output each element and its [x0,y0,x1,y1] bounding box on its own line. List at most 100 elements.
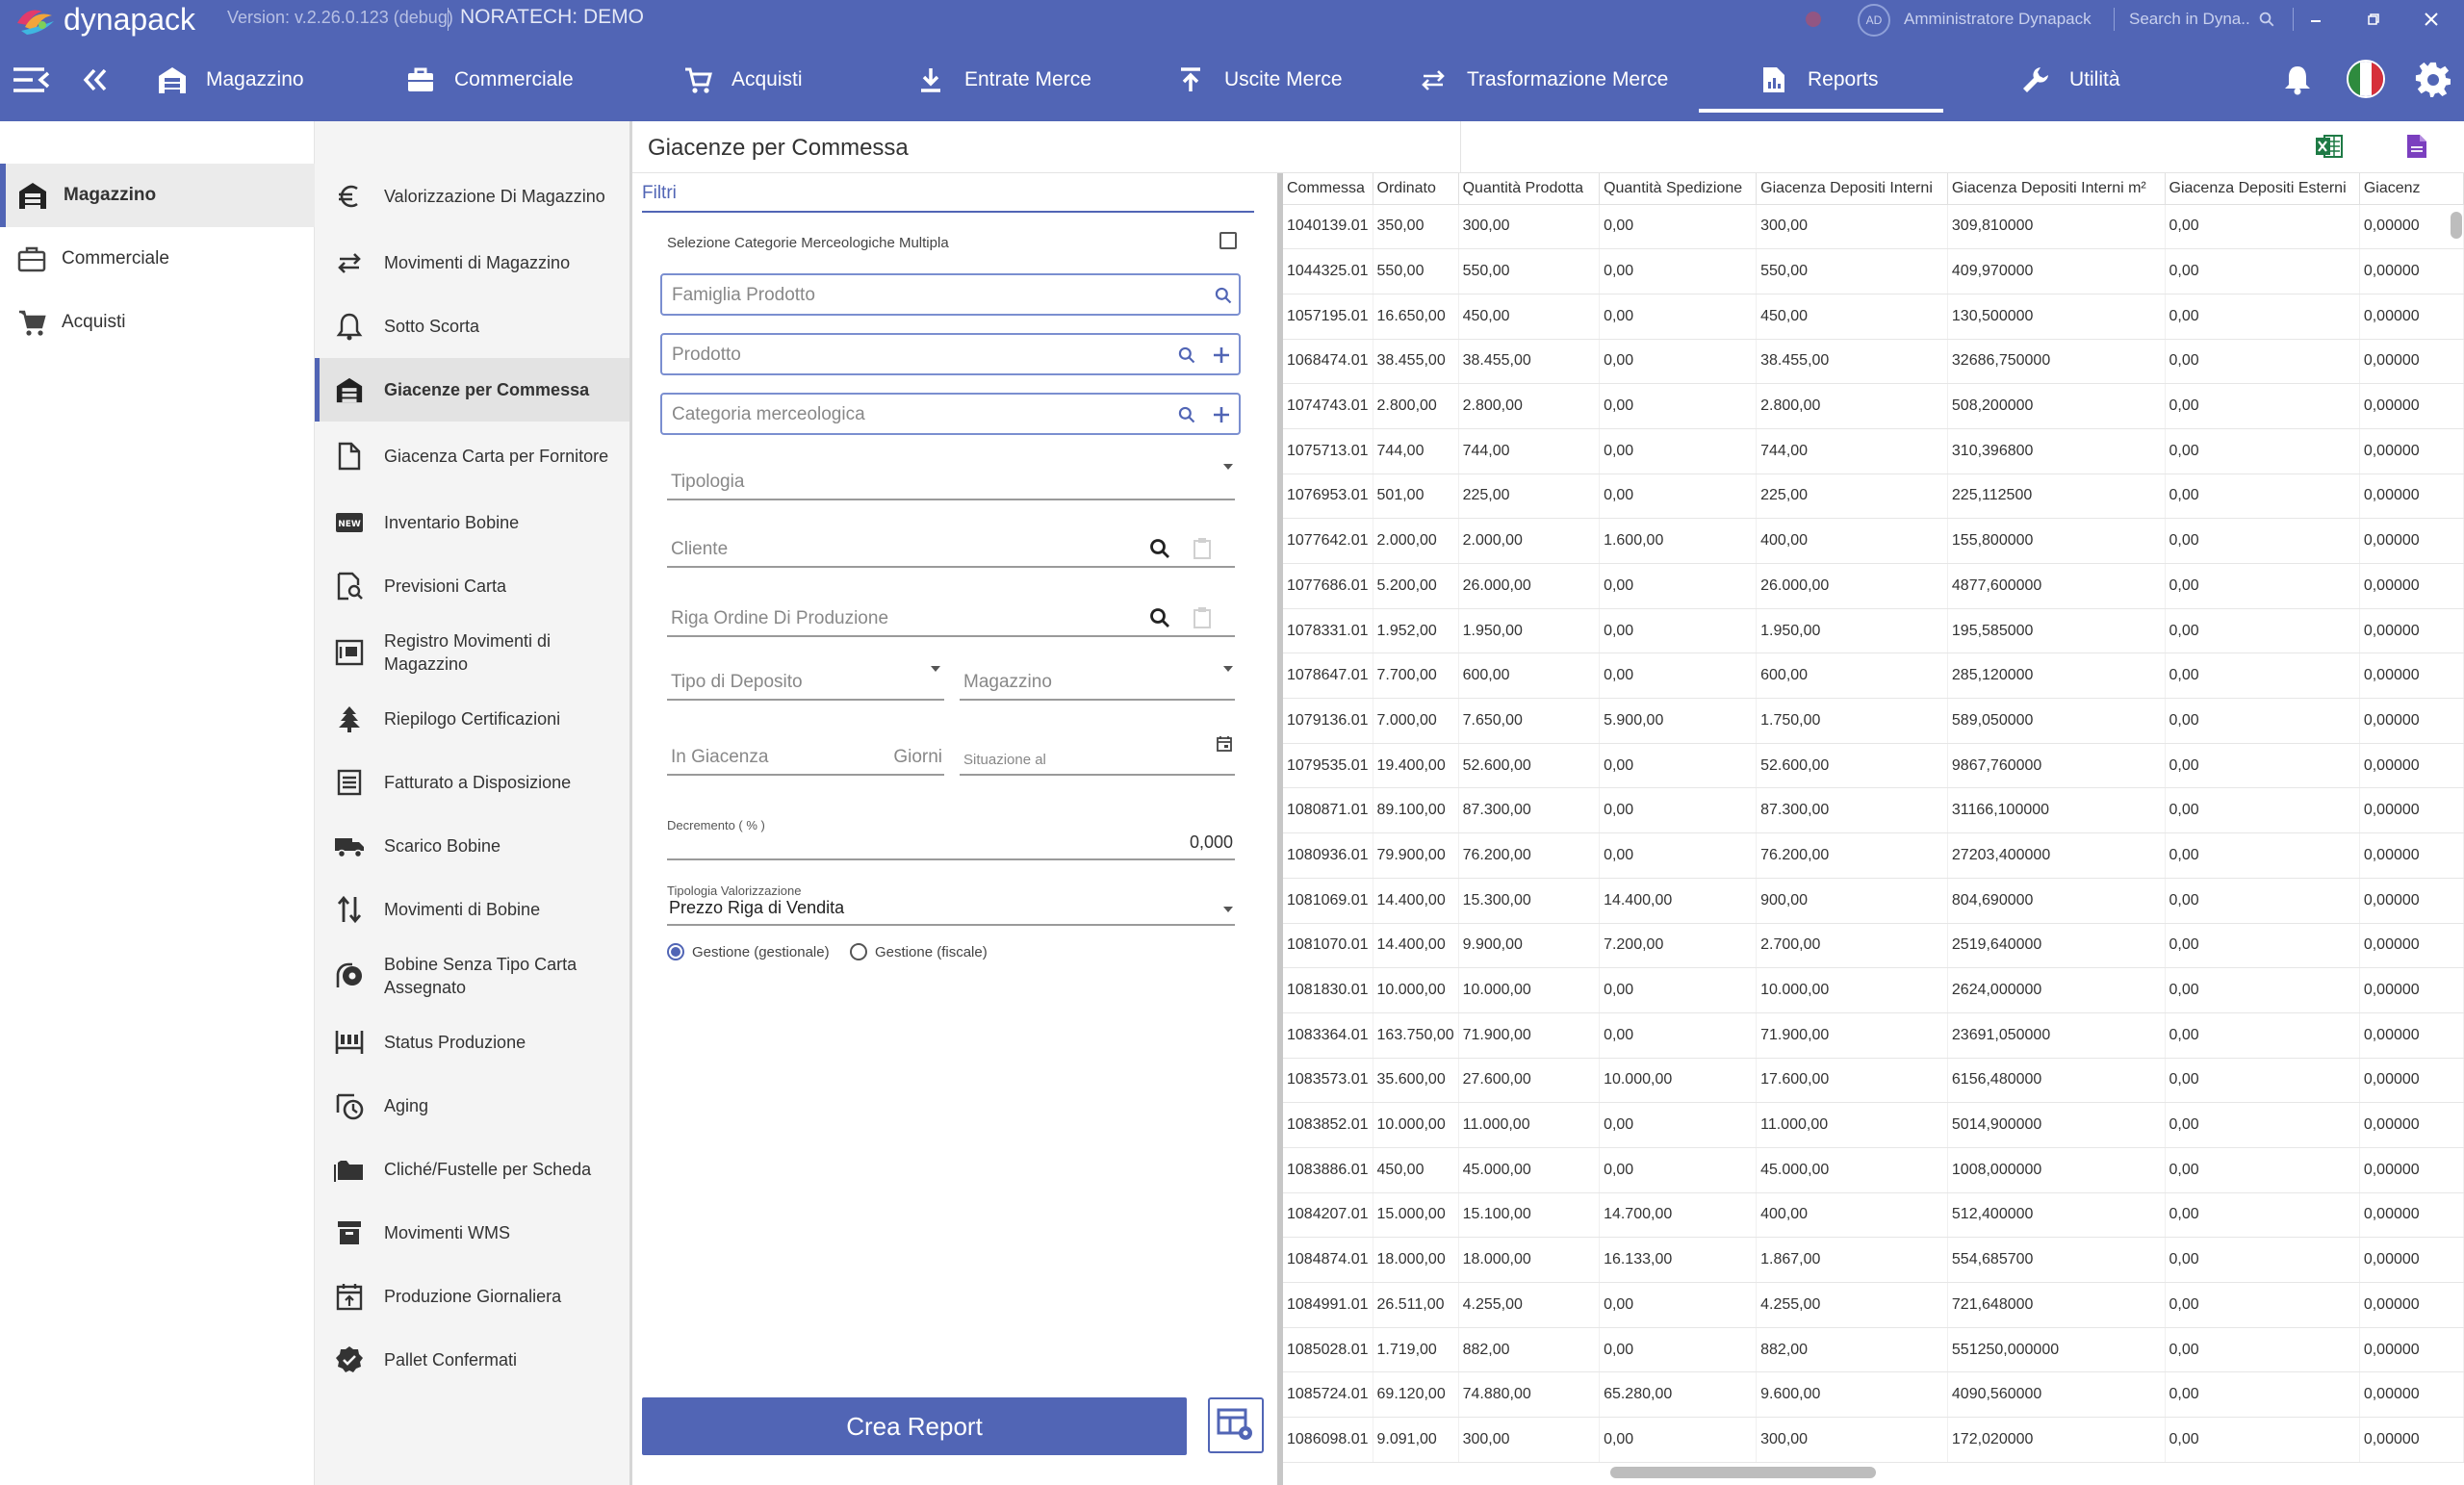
table-row[interactable]: 1083364.01 163.750,00 71.900,00 0,00 71.900,… [1283,1012,2464,1059]
table-row[interactable]: 1081070.01 14.400,00 9.900,00 7.200,00 2.700… [1283,923,2464,969]
nav-entrate-merce[interactable]: Entrate Merce [914,38,1091,121]
subnav-item-bobine-senza-tipo[interactable]: Bobine Senza Tipo Carta Assegnato [315,941,629,1011]
cliente-clipboard-button[interactable] [1193,537,1212,560]
table-row[interactable]: 1085724.01 69.120,00 74.880,00 65.280,00 9.6… [1283,1371,2464,1419]
categoria-input[interactable]: Categoria merceologica [672,404,865,425]
subnav-item-sotto-scorta[interactable]: Sotto Scorta [315,294,629,358]
riga-ordine-field[interactable]: Riga Ordine Di Produzione [667,595,1235,637]
situazione-al-field[interactable]: Situazione al [960,733,1235,776]
radio-fiscale[interactable]: Gestione (fiscale) [850,943,988,960]
table-row[interactable]: 1078331.01 1.952,00 1.950,00 0,00 1.950,00 19… [1283,608,2464,654]
column-header[interactable]: Giacenza Depositi Interni m² [1947,173,2166,205]
famiglia-prodotto-field[interactable]: Famiglia Prodotto [660,273,1241,316]
table-row[interactable]: 1076953.01 501,00 225,00 0,00 225,00 225,1125… [1283,474,2464,520]
nav-utilita[interactable]: Utilità [2019,38,2120,121]
table-row[interactable]: 1077686.01 5.200,00 26.000,00 0,00 26.000,00… [1283,563,2464,609]
in-giacenza-input[interactable]: In Giacenza [671,747,768,768]
subnav-item-pallet-confermati[interactable]: Pallet Confermati [315,1328,629,1392]
decremento-field[interactable]: 0,000 [667,818,1235,860]
date-picker-button[interactable] [1216,735,1233,753]
notifications-button[interactable] [2281,38,2314,121]
horizontal-scrollbar[interactable] [1610,1467,1876,1478]
column-header[interactable]: Quantità Prodotta [1458,173,1601,205]
subnav-item-movimenti-wms[interactable]: Movimenti WMS [315,1201,629,1265]
sidebar-item-commerciale[interactable]: Commerciale [0,227,315,291]
subnav-item-aging[interactable]: Aging [315,1074,629,1138]
riga-ordine-search-button[interactable] [1148,606,1171,629]
column-header[interactable]: Giacenza Depositi Interni [1756,173,1948,205]
table-row[interactable]: 1083886.01 450,00 45.000,00 0,00 45.000,00 10… [1283,1147,2464,1193]
global-search-input[interactable]: Search in Dyna.. [2129,10,2250,29]
subnav-item-riepilogo-certificazioni[interactable]: Riepilogo Certificazioni [315,687,629,751]
table-row[interactable]: 1086098.01 9.091,00 300,00 0,00 300,00 172,02… [1283,1417,2464,1463]
sidebar-item-acquisti[interactable]: Acquisti [0,291,315,354]
language-flag-it[interactable] [2347,60,2385,98]
famiglia-prodotto-input[interactable]: Famiglia Prodotto [672,285,815,306]
radio-gestionale[interactable]: Gestione (gestionale) [667,943,830,960]
subnav-item-movimenti-bobine[interactable]: Movimenti di Bobine [315,878,629,941]
cliente-field[interactable]: Cliente [667,525,1235,568]
magazzino-select[interactable]: Magazzino [960,658,1235,701]
table-row[interactable]: 1083573.01 35.600,00 27.600,00 10.000,00 17.… [1283,1058,2464,1104]
categoria-add-button[interactable] [1209,402,1234,427]
categoria-field[interactable]: Categoria merceologica [660,393,1241,435]
settings-button[interactable] [2414,38,2452,121]
vertical-scrollbar[interactable] [2451,212,2462,239]
column-header[interactable]: Quantità Spedizione [1599,173,1758,205]
table-row[interactable]: 1044325.01 550,00 550,00 0,00 550,00 409,9700… [1283,248,2464,294]
export-excel-button[interactable] [2315,133,2344,160]
tipologia-valorizzazione-select[interactable]: Prezzo Riga di Vendita [667,883,1235,926]
table-row[interactable]: 1079136.01 7.000,00 7.650,00 5.900,00 1.750,… [1283,698,2464,744]
prodotto-input[interactable]: Prodotto [672,345,741,366]
nav-commerciale[interactable]: Commerciale [404,38,574,121]
cliente-search-button[interactable] [1148,537,1171,560]
table-row[interactable]: 1079535.01 19.400,00 52.600,00 0,00 52.600,0… [1283,743,2464,789]
cliente-input[interactable]: Cliente [671,539,728,560]
table-row[interactable]: 1084991.01 26.511,00 4.255,00 0,00 4.255,00 7… [1283,1282,2464,1328]
sidebar-item-magazzino[interactable]: Magazzino [0,164,315,227]
nav-trasformazione-merce[interactable]: Trasformazione Merce [1417,38,1668,121]
table-row[interactable]: 1057195.01 16.650,00 450,00 0,00 450,00 130,5… [1283,294,2464,340]
minimize-button[interactable] [2298,2,2333,37]
subnav-item-giacenze-commessa[interactable]: Giacenze per Commessa [315,358,629,422]
subnav-item-status-produzione[interactable]: Status Produzione [315,1011,629,1074]
subnav-item-scarico-bobine[interactable]: Scarico Bobine [315,814,629,878]
column-header[interactable]: Giacenza Depositi Esterni [2165,173,2360,205]
table-row[interactable]: 1081069.01 14.400,00 15.300,00 14.400,00 900… [1283,878,2464,924]
subnav-item-fatturato[interactable]: Fatturato a Disposizione [315,751,629,814]
close-button[interactable] [2414,2,2449,37]
prodotto-field[interactable]: Prodotto [660,333,1241,375]
table-row[interactable]: 1083852.01 10.000,00 11.000,00 0,00 11.000,0… [1283,1102,2464,1148]
nav-magazzino[interactable]: Magazzino [156,38,304,121]
subnav-item-cliche-fustelle[interactable]: Cliché/Fustelle per Scheda [315,1138,629,1201]
menu-toggle-button[interactable] [12,38,52,121]
table-row[interactable]: 1040139.01 350,00 300,00 0,00 300,00 309,8100… [1283,204,2464,250]
user-name[interactable]: Amministratore Dynapack [1904,10,2092,29]
tipologia-select[interactable]: Tipologia [667,458,1235,500]
subnav-item-movimenti-magazzino[interactable]: Movimenti di Magazzino [315,231,629,294]
in-giacenza-field[interactable]: In Giacenza Giorni [667,733,944,776]
column-header[interactable]: Commessa [1283,173,1373,205]
layout-settings-button[interactable] [1208,1397,1264,1453]
global-search[interactable]: Search in Dyna.. [2129,10,2275,29]
radio-gestionale-control[interactable] [667,943,684,960]
table-row[interactable]: 1085028.01 1.719,00 882,00 0,00 882,00 551250… [1283,1327,2464,1373]
table-row[interactable]: 1078647.01 7.700,00 600,00 0,00 600,00 285,12… [1283,653,2464,700]
prodotto-add-button[interactable] [1209,343,1234,368]
tipologia-input[interactable]: Tipologia [671,472,744,493]
categoria-search-button[interactable] [1174,402,1199,427]
prodotto-search-button[interactable] [1174,343,1199,368]
nav-uscite-merce[interactable]: Uscite Merce [1174,38,1343,121]
famiglia-search-button[interactable] [1211,283,1236,308]
decremento-input[interactable]: 0,000 [1190,832,1233,853]
tipo-deposito-input[interactable]: Tipo di Deposito [671,672,803,693]
table-row[interactable]: 1080871.01 89.100,00 87.300,00 0,00 87.300,0… [1283,787,2464,834]
export-pdf-button[interactable] [2405,133,2428,160]
subnav-item-inventario-bobine[interactable]: NEW Inventario Bobine [315,491,629,554]
subnav-item-previsioni-carta[interactable]: Previsioni Carta [315,554,629,618]
riga-ordine-clipboard-button[interactable] [1193,606,1212,629]
subnav-item-valorizzazione[interactable]: Valorizzazione Di Magazzino [315,162,629,231]
table-row[interactable]: 1084207.01 15.000,00 15.100,00 14.700,00 400… [1283,1192,2464,1239]
table-row[interactable]: 1080936.01 79.900,00 76.200,00 0,00 76.200,0… [1283,832,2464,879]
crea-report-button[interactable]: Crea Report [642,1397,1187,1455]
